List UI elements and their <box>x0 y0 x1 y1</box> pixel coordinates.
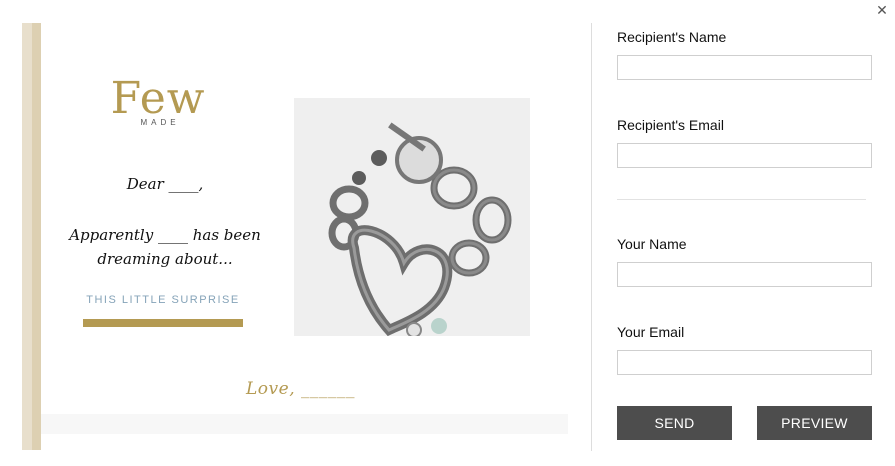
brand-logo: Few MADE <box>110 73 206 128</box>
card-message-line2: dreaming about... <box>97 250 233 268</box>
recipient-name-input[interactable] <box>617 55 872 80</box>
card-greeting: Dear ____, <box>126 175 204 193</box>
form-section-divider <box>617 199 866 200</box>
card-message-line1: Apparently ____ has been <box>69 226 261 244</box>
card-footer-band <box>41 414 568 434</box>
your-name-input[interactable] <box>617 262 872 287</box>
logo-wordmark: Few <box>110 73 206 124</box>
recipient-email-label: Recipient's Email <box>617 117 724 133</box>
card-message: Apparently ____ has been dreaming about.… <box>60 223 270 271</box>
card-surprise-text: THIS LITTLE SURPRISE <box>86 294 240 306</box>
recipient-name-label: Recipient's Name <box>617 29 727 45</box>
product-image <box>294 98 530 336</box>
preview-button[interactable]: PREVIEW <box>757 406 872 440</box>
panel-divider <box>591 23 592 451</box>
bracelet-illustration <box>294 98 530 336</box>
recipient-email-input[interactable] <box>617 143 872 168</box>
card-edge-strip-inner <box>32 23 41 450</box>
close-icon[interactable]: ✕ <box>875 4 889 18</box>
your-email-input[interactable] <box>617 350 872 375</box>
card-signoff: Love, ______ <box>246 379 355 399</box>
card-accent-bar <box>83 319 243 327</box>
send-button[interactable]: SEND <box>617 406 732 440</box>
your-name-label: Your Name <box>617 236 687 252</box>
your-email-label: Your Email <box>617 324 685 340</box>
